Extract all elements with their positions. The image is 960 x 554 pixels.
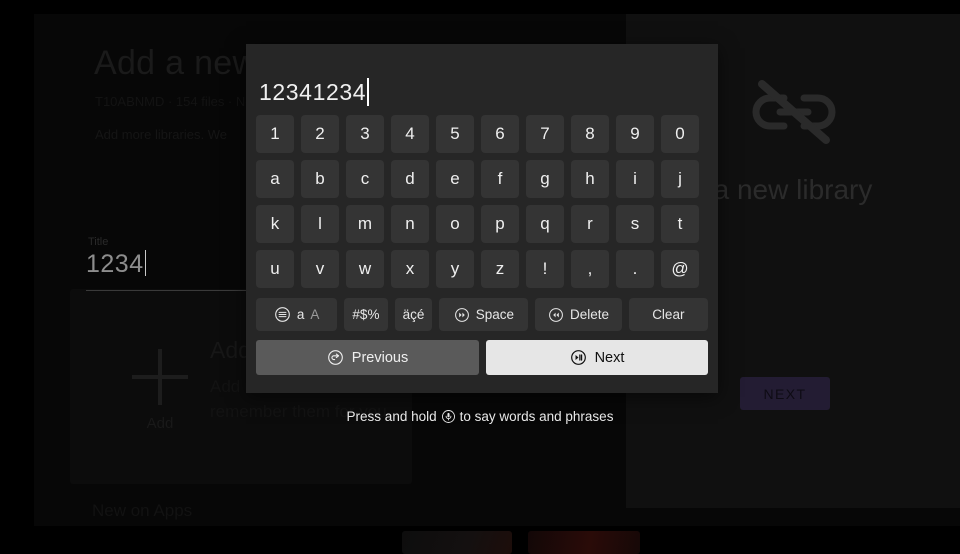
previous-button-label: Previous <box>351 349 409 366</box>
menu-circle-icon <box>274 306 291 323</box>
key-a[interactable]: a <box>256 160 294 198</box>
next-button-label: Next <box>594 349 625 366</box>
key-k[interactable]: k <box>256 205 294 243</box>
key-v[interactable]: v <box>301 250 339 288</box>
text-caret <box>367 78 369 106</box>
accents-key[interactable]: äçé <box>394 298 433 331</box>
clear-key[interactable]: Clear <box>628 298 708 331</box>
key-@[interactable]: @ <box>661 250 699 288</box>
keyboard-action-buttons: Previous Next <box>256 340 708 375</box>
library-title-field[interactable]: 1234 <box>86 250 146 279</box>
back-circle-icon <box>327 349 344 366</box>
key-y[interactable]: y <box>436 250 474 288</box>
key-4[interactable]: 4 <box>391 115 429 153</box>
key-8[interactable]: 8 <box>571 115 609 153</box>
plus-icon <box>132 349 188 405</box>
keyboard-function-row: aA #$% äçé Space Delete Clear <box>256 298 708 331</box>
space-key[interactable]: Space <box>439 298 529 331</box>
key-q[interactable]: q <box>526 205 564 243</box>
key-1[interactable]: 1 <box>256 115 294 153</box>
key-t[interactable]: t <box>661 205 699 243</box>
key-r[interactable]: r <box>571 205 609 243</box>
key-x[interactable]: x <box>391 250 429 288</box>
key-d[interactable]: d <box>391 160 429 198</box>
key-p[interactable]: p <box>481 205 519 243</box>
microphone-circle-icon <box>441 409 456 424</box>
background-page-subtitle: T10ABNMD · 154 files · Nov <box>95 94 259 109</box>
previous-button[interactable]: Previous <box>256 340 479 375</box>
play-pause-circle-icon <box>570 349 587 366</box>
key-2[interactable]: 2 <box>301 115 339 153</box>
key-,[interactable]: , <box>571 250 609 288</box>
keyboard-input-value: 12341234 <box>259 78 367 105</box>
key-m[interactable]: m <box>346 205 384 243</box>
key-u[interactable]: u <box>256 250 294 288</box>
key-g[interactable]: g <box>526 160 564 198</box>
keyboard-text-input[interactable]: 12341234 <box>259 72 705 112</box>
voice-hint-after: to say words and phrases <box>459 409 614 424</box>
key-j[interactable]: j <box>661 160 699 198</box>
keyboard-row: u v w x y z!,. @ <box>256 250 708 288</box>
toggle-case-key[interactable]: aA <box>256 298 338 331</box>
on-screen-keyboard: 12341234 1234567890abcdefghijklmnopqrstu… <box>246 44 718 393</box>
key-e[interactable]: e <box>436 160 474 198</box>
case-upper-label: A <box>310 307 320 322</box>
delete-key-label: Delete <box>570 307 610 322</box>
key-b[interactable]: b <box>301 160 339 198</box>
keyboard-row: abcdefghij <box>256 160 708 198</box>
case-lower-label: a <box>296 307 305 322</box>
broken-link-icon <box>744 76 844 148</box>
key-c[interactable]: c <box>346 160 384 198</box>
app-tile[interactable] <box>402 531 512 554</box>
space-key-label: Space <box>475 307 515 322</box>
key-7[interactable]: 7 <box>526 115 564 153</box>
key-6[interactable]: 6 <box>481 115 519 153</box>
key-l[interactable]: l <box>301 205 339 243</box>
key-s[interactable]: s <box>616 205 654 243</box>
key-0[interactable]: 0 <box>661 115 699 153</box>
key-.[interactable]: . <box>616 250 654 288</box>
keyboard-row: klmnopqrst <box>256 205 708 243</box>
key-5[interactable]: 5 <box>436 115 474 153</box>
text-caret <box>144 250 146 276</box>
delete-key[interactable]: Delete <box>535 298 622 331</box>
next-button[interactable]: Next <box>486 340 708 375</box>
key-h[interactable]: h <box>571 160 609 198</box>
key-z[interactable]: z <box>481 250 519 288</box>
rewind-circle-icon <box>548 307 564 323</box>
key-f[interactable]: f <box>481 160 519 198</box>
symbols-key[interactable]: #$% <box>344 298 388 331</box>
fast-forward-circle-icon <box>454 307 470 323</box>
keyboard-row: 1234567890 <box>256 115 708 153</box>
key-3[interactable]: 3 <box>346 115 384 153</box>
keyboard-key-rows: 1 2 3 4 5 6 7 8 9 0 a b c d e f g h i j k l m n o p q r s t u v w x y z!,. @ <box>256 115 708 295</box>
key-9[interactable]: 9 <box>616 115 654 153</box>
key-n[interactable]: n <box>391 205 429 243</box>
key-o[interactable]: o <box>436 205 474 243</box>
voice-input-hint: Press and hold to say words and phrases <box>0 409 960 424</box>
section-heading-new-on-apps: New on Apps <box>92 501 193 520</box>
dialog-next-button[interactable]: NEXT <box>740 377 830 410</box>
library-title-field-value: 1234 <box>86 250 144 278</box>
key-![interactable]: ! <box>526 250 564 288</box>
voice-hint-before: Press and hold <box>346 409 437 424</box>
background-page-description: Add more libraries. We <box>95 127 227 142</box>
key-w[interactable]: w <box>346 250 384 288</box>
library-title-field-label: Title <box>88 236 109 248</box>
app-tile[interactable] <box>528 531 640 554</box>
key-i[interactable]: i <box>616 160 654 198</box>
